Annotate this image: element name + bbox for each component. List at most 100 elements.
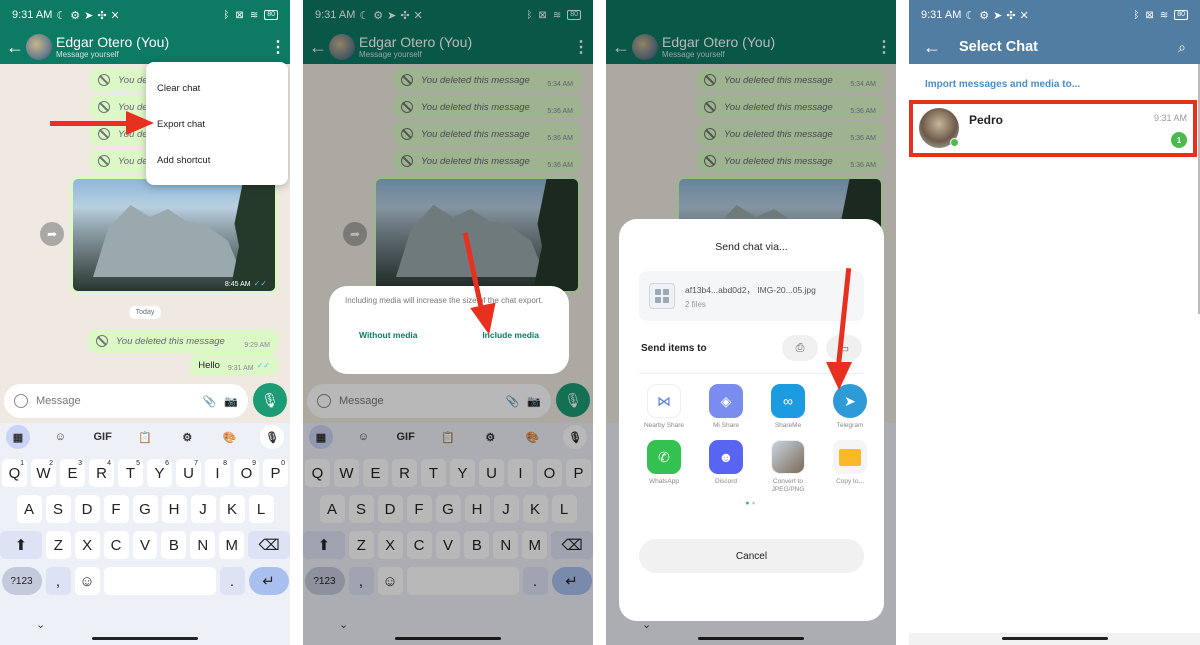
bluetooth-icon: ᛒ [1133, 9, 1140, 21]
print-icon[interactable]: ⎙ [782, 335, 818, 361]
menu-item-add-shortcut[interactable]: Add shortcut [146, 142, 288, 178]
home-indicator[interactable] [92, 637, 198, 640]
page-indicator: ●● [745, 500, 758, 507]
key[interactable]: L [248, 495, 274, 523]
search-icon[interactable]: ⌕ [1178, 39, 1186, 56]
voice-input-icon[interactable]: 🎙 [259, 425, 284, 449]
key[interactable]: E3 [60, 459, 85, 487]
photo-message[interactable]: 8:45 AM ✓✓ [70, 176, 278, 294]
emoji-key[interactable]: ☺ [74, 567, 100, 595]
message-bubble[interactable]: Hello 9:31 AM ✓✓ [190, 354, 278, 376]
sticker-icon[interactable]: ☺ [48, 425, 72, 449]
backspace-key[interactable]: ⌫ [248, 531, 290, 559]
key[interactable]: Q1 [2, 459, 27, 487]
panel-whatsapp-menu: 9:31 AM ☾ ⚙ ➤ ✣ ✕ ᛒ ⊠ ≋ 80 ← Edgar Otero (You) Me… [0, 0, 290, 645]
chat-list-item[interactable]: Pedro 9:31 AM 1 [909, 100, 1197, 157]
key[interactable]: D [74, 495, 100, 523]
key[interactable]: C [103, 531, 129, 559]
key[interactable]: R4 [89, 459, 114, 487]
menu-item-export-chat[interactable]: Export chat [146, 106, 288, 142]
annotation-arrow-head [126, 111, 154, 135]
key[interactable]: F [103, 495, 129, 523]
key[interactable]: T5 [118, 459, 143, 487]
key[interactable]: W2 [31, 459, 56, 487]
key[interactable]: U7 [176, 459, 201, 487]
message-input[interactable]: Message 📎 📷 [4, 384, 248, 418]
share-app-copy-to[interactable]: Copy to... [819, 440, 881, 494]
date-chip: Today [129, 306, 161, 319]
contact-name[interactable]: Edgar Otero (You) [56, 35, 270, 49]
annotation-arrow [50, 121, 130, 126]
deleted-icon [98, 101, 110, 113]
hide-keyboard-icon[interactable]: ⌄ [36, 618, 45, 631]
back-arrow-icon[interactable]: ← [6, 37, 24, 58]
key[interactable]: S [45, 495, 71, 523]
keyboard-row: ⬆ Z X C V B N M ⌫ [0, 531, 290, 559]
file-icon [649, 283, 675, 309]
online-indicator [950, 138, 959, 147]
key[interactable]: P0 [263, 459, 288, 487]
share-app-mi-share[interactable]: ◈ Mi Share [695, 384, 757, 430]
panel-share-sheet: ← Edgar Otero (You) Message yourself ⋮ Yo… [606, 0, 896, 645]
share-app-discord[interactable]: ☻ Discord [695, 440, 757, 494]
cast-screen-icon[interactable]: ▭ [826, 335, 862, 361]
space-key[interactable] [103, 567, 216, 595]
gif-button[interactable]: GIF [91, 425, 115, 449]
without-media-button[interactable]: Without media [359, 330, 417, 340]
annotation-arrow-head [826, 362, 852, 390]
more-options-icon[interactable]: ⋮ [270, 37, 286, 57]
key[interactable]: Y6 [147, 459, 172, 487]
cancel-button[interactable]: Cancel [639, 539, 864, 573]
period-key[interactable]: . [219, 567, 245, 595]
key[interactable]: B [161, 531, 187, 559]
key[interactable]: K [219, 495, 245, 523]
share-app-whatsapp[interactable]: ✆ WhatsApp [633, 440, 695, 494]
key[interactable]: I8 [205, 459, 230, 487]
avatar [919, 108, 959, 148]
file-count: 2 files [685, 299, 706, 309]
comma-key[interactable]: , [45, 567, 71, 595]
deleted-icon [98, 74, 110, 86]
attach-icon[interactable]: 📎 [203, 395, 217, 408]
message-bubble[interactable]: You deleted this message 9:29 AM [88, 329, 278, 353]
read-ticks-icon: ✓✓ [253, 279, 267, 288]
share-app-telegram[interactable]: ➤ Telegram [819, 384, 881, 430]
forward-icon[interactable]: ➦ [40, 222, 64, 246]
status-bar: 9:31 AM ☾ ⚙ ➤ ✣ ✕ ᛒ ⊠ ≋ 80 [0, 0, 290, 30]
home-indicator[interactable] [1001, 637, 1108, 640]
avatar[interactable] [26, 34, 52, 60]
camera-icon[interactable]: 📷 [224, 395, 238, 408]
key[interactable]: G [132, 495, 158, 523]
symbols-key[interactable]: ?123 [1, 567, 42, 595]
share-app-convert[interactable]: Convert to JPEG/PNG [757, 440, 819, 494]
clipboard-icon[interactable]: 📋 [133, 425, 157, 449]
menu-item-clear-chat[interactable]: Clear chat [146, 70, 288, 106]
key[interactable]: N [190, 531, 216, 559]
mic-button[interactable]: 🎙 [253, 383, 287, 417]
convert-image-icon [771, 440, 805, 474]
apps-icon[interactable]: ▦ [6, 425, 30, 449]
share-app-nearby-share[interactable]: ⋈ Nearby Share [633, 384, 695, 430]
whatsapp-icon: ✆ [647, 440, 681, 474]
key[interactable]: O9 [234, 459, 259, 487]
back-arrow-icon[interactable]: ← [923, 37, 941, 58]
fan-icon: ✣ [97, 9, 107, 22]
key[interactable]: X [74, 531, 100, 559]
share-app-shareme[interactable]: ∞ ShareMe [757, 384, 819, 430]
moon-icon: ☾ [965, 9, 976, 22]
key[interactable]: H [161, 495, 187, 523]
message-placeholder: Message [36, 395, 81, 407]
palette-icon[interactable]: 🎨 [218, 425, 242, 449]
key[interactable]: Z [45, 531, 71, 559]
file-name: af13b4...abd0d2， IMG-20...05.jpg [685, 284, 816, 295]
key[interactable]: J [190, 495, 216, 523]
emoji-icon[interactable] [14, 394, 28, 408]
key[interactable]: M [219, 531, 245, 559]
shift-key[interactable]: ⬆ [0, 531, 42, 559]
enter-key[interactable]: ↵ [248, 567, 289, 595]
settings-icon[interactable]: ⚙ [175, 425, 199, 449]
key[interactable]: V [132, 531, 158, 559]
moon-icon: ☾ [56, 9, 67, 22]
key[interactable]: A [16, 495, 42, 523]
share-sheet-title: Send chat via... [715, 241, 788, 253]
